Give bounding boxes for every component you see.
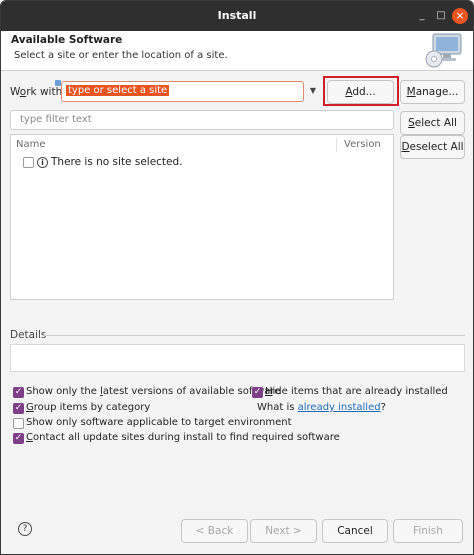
help-icon[interactable]: ? <box>18 522 32 536</box>
install-wizard-icon <box>425 33 462 68</box>
manage-button[interactable]: Manage... <box>400 80 465 104</box>
add-button[interactable]: Add... <box>327 80 394 104</box>
finish-button[interactable]: Finish <box>393 519 463 543</box>
close-icon[interactable]: × <box>452 8 468 24</box>
info-icon: i <box>37 157 48 168</box>
row-checkbox[interactable] <box>23 157 34 168</box>
details-area <box>10 344 465 372</box>
select-all-button[interactable]: Select All <box>400 111 465 135</box>
already-installed-text: What is already installed? <box>257 402 386 413</box>
checkmark-icon[interactable]: ✓ <box>13 403 24 414</box>
wizard-header: Available Software Select a site or ente… <box>1 31 473 71</box>
install-dialog: Install _ □ × Available Software Select … <box>0 0 474 555</box>
filter-placeholder: type filter text <box>20 114 92 125</box>
checkmark-icon[interactable]: ✓ <box>13 387 24 398</box>
maximize-icon[interactable]: □ <box>434 9 448 23</box>
window-title: Install <box>217 9 257 22</box>
details-label: Details <box>10 329 47 341</box>
work-with-input-text[interactable]: type or select a site <box>66 85 170 96</box>
cancel-button[interactable]: Cancel <box>322 519 388 543</box>
caret-down-icon[interactable]: ▼ <box>306 83 320 99</box>
next-button[interactable]: Next > <box>250 519 317 543</box>
checkmark-icon[interactable]: ✓ <box>252 387 263 398</box>
title-bar[interactable]: Install _ □ × <box>1 1 473 31</box>
details-divider <box>43 335 465 336</box>
column-separator <box>336 138 337 152</box>
deselect-all-button[interactable]: Deselect All <box>400 135 465 159</box>
back-button[interactable]: < Back <box>181 519 248 543</box>
column-header-name[interactable]: Name <box>16 139 46 150</box>
work-with-label: Work with: <box>10 86 66 98</box>
page-title: Available Software <box>11 34 123 46</box>
row-label: There is no site selected. <box>51 156 183 168</box>
page-description: Select a site or enter the location of a… <box>14 50 228 61</box>
already-installed-link[interactable]: already installed <box>298 402 381 413</box>
work-with-combo[interactable]: type or select a site <box>61 81 304 102</box>
filter-input[interactable]: type filter text <box>10 110 394 130</box>
minimize-icon[interactable]: _ <box>415 9 429 23</box>
checkmark-icon[interactable]: ✓ <box>13 433 24 444</box>
column-header-version[interactable]: Version <box>344 139 381 150</box>
software-table[interactable]: Name Version i There is no site selected… <box>10 134 394 300</box>
checkbox-unchecked[interactable] <box>13 418 24 429</box>
